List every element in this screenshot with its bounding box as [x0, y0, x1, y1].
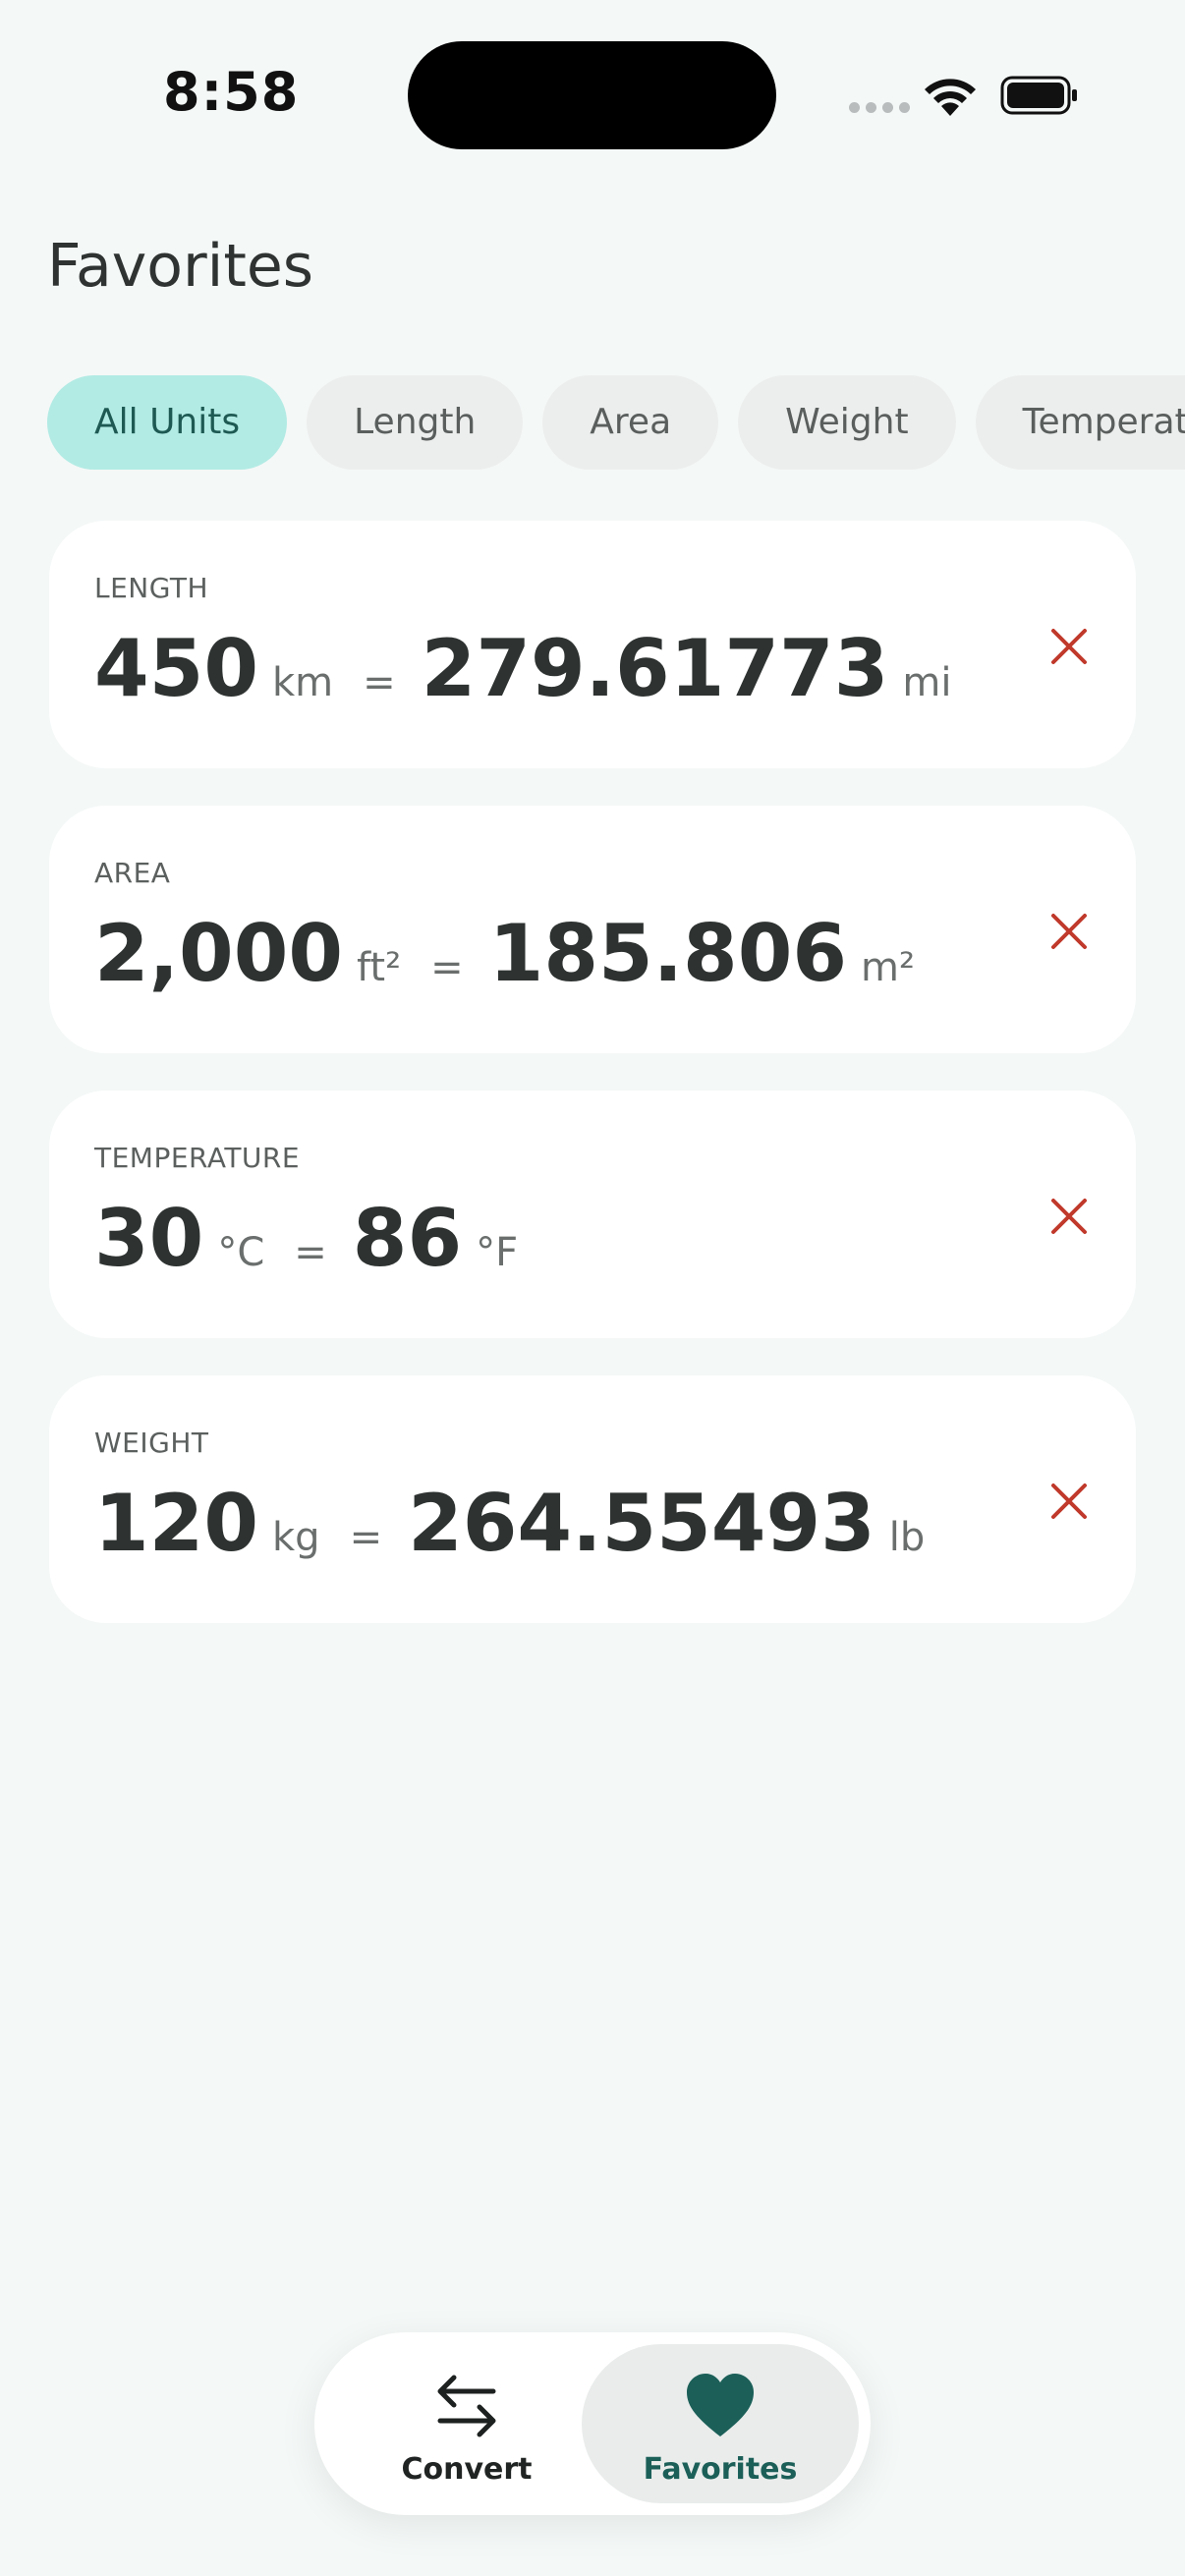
swap-arrows-icon [437, 2375, 496, 2437]
conversion-row: 2,000 ft² = 185.806 m² [94, 908, 915, 999]
from-value: 2,000 [94, 908, 344, 999]
status-time: 8:58 [163, 61, 300, 123]
to-unit: mi [902, 660, 952, 705]
filter-chips: All UnitsLengthAreaWeightTemperature [47, 375, 1185, 474]
filter-chip-area[interactable]: Area [542, 375, 719, 470]
from-value: 450 [94, 623, 258, 714]
equals-sign: = [349, 1515, 383, 1560]
favorite-category: LENGTH [94, 572, 209, 604]
favorite-card[interactable]: TEMPERATURE 30 °C = 86 °F [49, 1091, 1136, 1338]
close-icon[interactable] [1047, 625, 1091, 668]
to-unit: °F [476, 1230, 519, 1275]
close-icon[interactable] [1047, 1195, 1091, 1238]
filter-chip-weight[interactable]: Weight [738, 375, 956, 470]
tab-convert[interactable]: Convert [334, 2344, 599, 2503]
conversion-row: 30 °C = 86 °F [94, 1193, 518, 1284]
from-value: 120 [94, 1478, 258, 1569]
to-value: 86 [352, 1193, 463, 1284]
equals-sign: = [294, 1230, 327, 1275]
from-unit: kg [272, 1515, 320, 1560]
equals-sign: = [430, 945, 464, 990]
tab-convert-label: Convert [401, 2452, 533, 2487]
bottom-tab-bar: Convert Favorites [314, 2332, 871, 2515]
cellular-signal-icon [849, 102, 910, 116]
wifi-icon [925, 79, 976, 116]
from-unit: °C [217, 1230, 265, 1275]
equals-sign: = [363, 660, 396, 705]
filter-chip-all-units[interactable]: All Units [47, 375, 288, 470]
heart-icon [687, 2374, 754, 2436]
favorite-category: AREA [94, 857, 171, 889]
favorite-card[interactable]: LENGTH 450 km = 279.61773 mi [49, 521, 1136, 768]
conversion-row: 450 km = 279.61773 mi [94, 623, 951, 714]
battery-icon [1000, 76, 1077, 115]
close-icon[interactable] [1047, 1480, 1091, 1523]
favorite-card[interactable]: WEIGHT 120 kg = 264.55493 lb [49, 1375, 1136, 1623]
filter-chip-length[interactable]: Length [307, 375, 524, 470]
favorite-card[interactable]: AREA 2,000 ft² = 185.806 m² [49, 806, 1136, 1053]
from-value: 30 [94, 1193, 204, 1284]
to-value: 264.55493 [408, 1478, 875, 1569]
conversion-row: 120 kg = 264.55493 lb [94, 1478, 925, 1569]
close-icon[interactable] [1047, 910, 1091, 953]
to-value: 185.806 [488, 908, 848, 999]
from-unit: km [272, 660, 334, 705]
page-title: Favorites [47, 232, 314, 301]
favorite-category: TEMPERATURE [94, 1142, 301, 1174]
from-unit: ft² [357, 945, 402, 990]
tab-favorites-label: Favorites [643, 2452, 798, 2487]
filter-chip-temperature[interactable]: Temperature [975, 375, 1185, 470]
tab-favorites[interactable]: Favorites [582, 2344, 859, 2503]
dynamic-island [408, 41, 776, 149]
to-unit: m² [861, 945, 916, 990]
to-value: 279.61773 [421, 623, 889, 714]
favorite-category: WEIGHT [94, 1427, 209, 1459]
to-unit: lb [888, 1515, 926, 1560]
